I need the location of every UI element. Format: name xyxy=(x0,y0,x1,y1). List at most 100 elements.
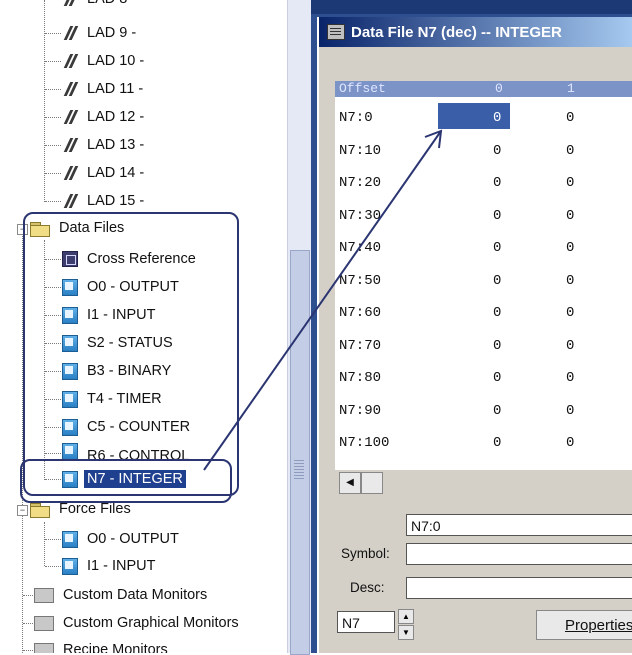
cell-col-1[interactable]: 0 xyxy=(566,403,574,419)
tree-item-lad-8[interactable]: LAD 8 - xyxy=(62,0,139,12)
tree-item-custom-graphical-monitors[interactable]: Custom Graphical Monitors xyxy=(34,610,242,636)
table-row: N7:20 0 0 xyxy=(335,165,632,197)
cell-col-0[interactable]: 0 xyxy=(493,435,501,451)
cell-col-0[interactable]: 0 xyxy=(493,338,501,354)
cell-col-0[interactable]: 0 xyxy=(493,208,501,224)
tree-item-label: LAD 11 - xyxy=(87,81,144,97)
ladder-icon xyxy=(62,81,78,97)
tree-line xyxy=(45,539,61,540)
annotation-box-data-files xyxy=(23,212,239,496)
data-file-icon xyxy=(62,530,78,548)
tree-line xyxy=(23,595,33,596)
symbol-label: Symbol: xyxy=(341,546,390,561)
table-row: N7:60 0 0 xyxy=(335,295,632,327)
table-row: N7:80 0 0 xyxy=(335,360,632,392)
tree-item-lad-15[interactable]: LAD 15 - xyxy=(62,188,147,214)
tree-item-label: Custom Data Monitors xyxy=(63,587,208,603)
tree-line xyxy=(44,522,45,566)
ladder-icon xyxy=(62,137,78,153)
tree-item-recipe-monitors[interactable]: Recipe Monitors xyxy=(34,637,171,653)
tree-item-label: O0 - OUTPUT xyxy=(87,531,179,547)
window-titlebar[interactable]: Data File N7 (dec) -- INTEGER xyxy=(319,17,632,47)
properties-button[interactable]: Properties xyxy=(536,610,632,640)
cell-col-1[interactable]: 0 xyxy=(566,175,574,191)
scroll-thumb[interactable] xyxy=(361,472,383,494)
tree-line xyxy=(23,623,33,624)
spin-up-icon[interactable]: ▲ xyxy=(398,609,414,624)
table-row: N7:40 0 0 xyxy=(335,230,632,262)
ladder-icon xyxy=(62,165,78,181)
table-row: N7:90 0 0 xyxy=(335,393,632,425)
folder-icon xyxy=(30,503,50,518)
collapse-toggle[interactable]: − xyxy=(17,505,28,516)
monitor-icon xyxy=(34,587,54,603)
symbol-field[interactable] xyxy=(406,543,632,565)
row-offset: N7:60 xyxy=(339,305,382,321)
cell-col-1[interactable]: 0 xyxy=(566,240,574,256)
tree-item-lad-14[interactable]: LAD 14 - xyxy=(62,160,147,186)
address-field[interactable]: N7:0 xyxy=(406,514,632,536)
scrollbar-thumb[interactable] xyxy=(290,250,310,655)
monitor-icon xyxy=(34,642,54,653)
cell-col-0[interactable]: 0 xyxy=(493,110,501,126)
data-file-icon xyxy=(62,557,78,575)
row-offset: N7:70 xyxy=(339,337,382,354)
tree-item-lad-12[interactable]: LAD 12 - xyxy=(62,104,147,130)
row-offset: N7:40 xyxy=(339,240,382,256)
cell-col-1[interactable]: 0 xyxy=(566,338,574,354)
row-offset: N7:50 xyxy=(339,272,382,289)
row-offset: N7:90 xyxy=(339,402,382,419)
header-offset: Offset xyxy=(339,81,386,96)
cell-col-1[interactable]: 0 xyxy=(566,273,574,289)
file-number-field[interactable]: N7 xyxy=(337,611,395,633)
tree-item-label: LAD 13 - xyxy=(87,137,145,153)
workspace-frame xyxy=(311,0,632,14)
table-row: N7:30 0 0 xyxy=(335,198,632,230)
row-offset: N7:0 xyxy=(339,110,373,126)
tree-item-lad-10[interactable]: LAD 10 - xyxy=(62,48,147,74)
cell-col-0[interactable]: 0 xyxy=(493,403,501,419)
tree-line xyxy=(44,0,45,202)
annotation-box-n7-integer xyxy=(20,459,232,503)
row-offset: N7:80 xyxy=(339,370,382,386)
tree-line xyxy=(23,650,33,651)
cell-col-0[interactable]: 0 xyxy=(493,273,501,289)
ladder-icon xyxy=(62,0,78,7)
tree-item-label: LAD 9 - xyxy=(87,25,137,41)
tree-item-lad-11[interactable]: LAD 11 - xyxy=(62,76,146,102)
tree-line xyxy=(45,566,61,567)
cell-col-0[interactable]: 0 xyxy=(493,240,501,256)
header-col-0: 0 xyxy=(495,81,503,96)
grid-horizontal-scrollbar[interactable]: ◀ xyxy=(335,470,632,494)
row-offset: N7:100 xyxy=(339,435,390,451)
tree-item-label: Custom Graphical Monitors xyxy=(63,615,239,631)
scroll-left-button[interactable]: ◀ xyxy=(339,472,361,494)
tree-item-lad-9[interactable]: LAD 9 - xyxy=(62,20,139,46)
header-col-1: 1 xyxy=(567,81,575,96)
cell-col-0[interactable]: 0 xyxy=(493,370,501,386)
cell-col-1[interactable]: 0 xyxy=(566,110,574,126)
tree-item-label: LAD 10 - xyxy=(87,53,145,69)
cell-col-1[interactable]: 0 xyxy=(566,208,574,224)
project-tree: LAD 8 - LAD 9 - LAD 10 - LAD 11 - LAD 12… xyxy=(0,0,287,653)
monitor-icon xyxy=(34,615,54,631)
tree-item-lad-13[interactable]: LAD 13 - xyxy=(62,132,147,158)
cell-col-1[interactable]: 0 xyxy=(566,435,574,451)
cell-col-0[interactable]: 0 xyxy=(493,143,501,159)
cell-col-1[interactable]: 0 xyxy=(566,143,574,159)
tree-item-force-o0-output[interactable]: O0 - OUTPUT xyxy=(62,526,182,552)
row-offset: N7:20 xyxy=(339,175,382,191)
cell-col-0[interactable]: 0 xyxy=(493,175,501,191)
cell-col-0[interactable]: 0 xyxy=(493,305,501,321)
file-number-spinner[interactable]: ▲ ▼ xyxy=(398,609,414,640)
tree-vertical-scrollbar[interactable] xyxy=(287,0,312,655)
tree-item-force-i1-input[interactable]: I1 - INPUT xyxy=(62,553,158,579)
tree-line xyxy=(45,201,61,202)
desc-field[interactable] xyxy=(406,577,632,599)
spin-down-icon[interactable]: ▼ xyxy=(398,625,414,640)
tree-item-custom-data-monitors[interactable]: Custom Data Monitors xyxy=(34,582,210,608)
tree-line xyxy=(45,173,61,174)
cell-col-1[interactable]: 0 xyxy=(566,370,574,386)
window-icon xyxy=(327,24,345,40)
cell-col-1[interactable]: 0 xyxy=(566,305,574,321)
